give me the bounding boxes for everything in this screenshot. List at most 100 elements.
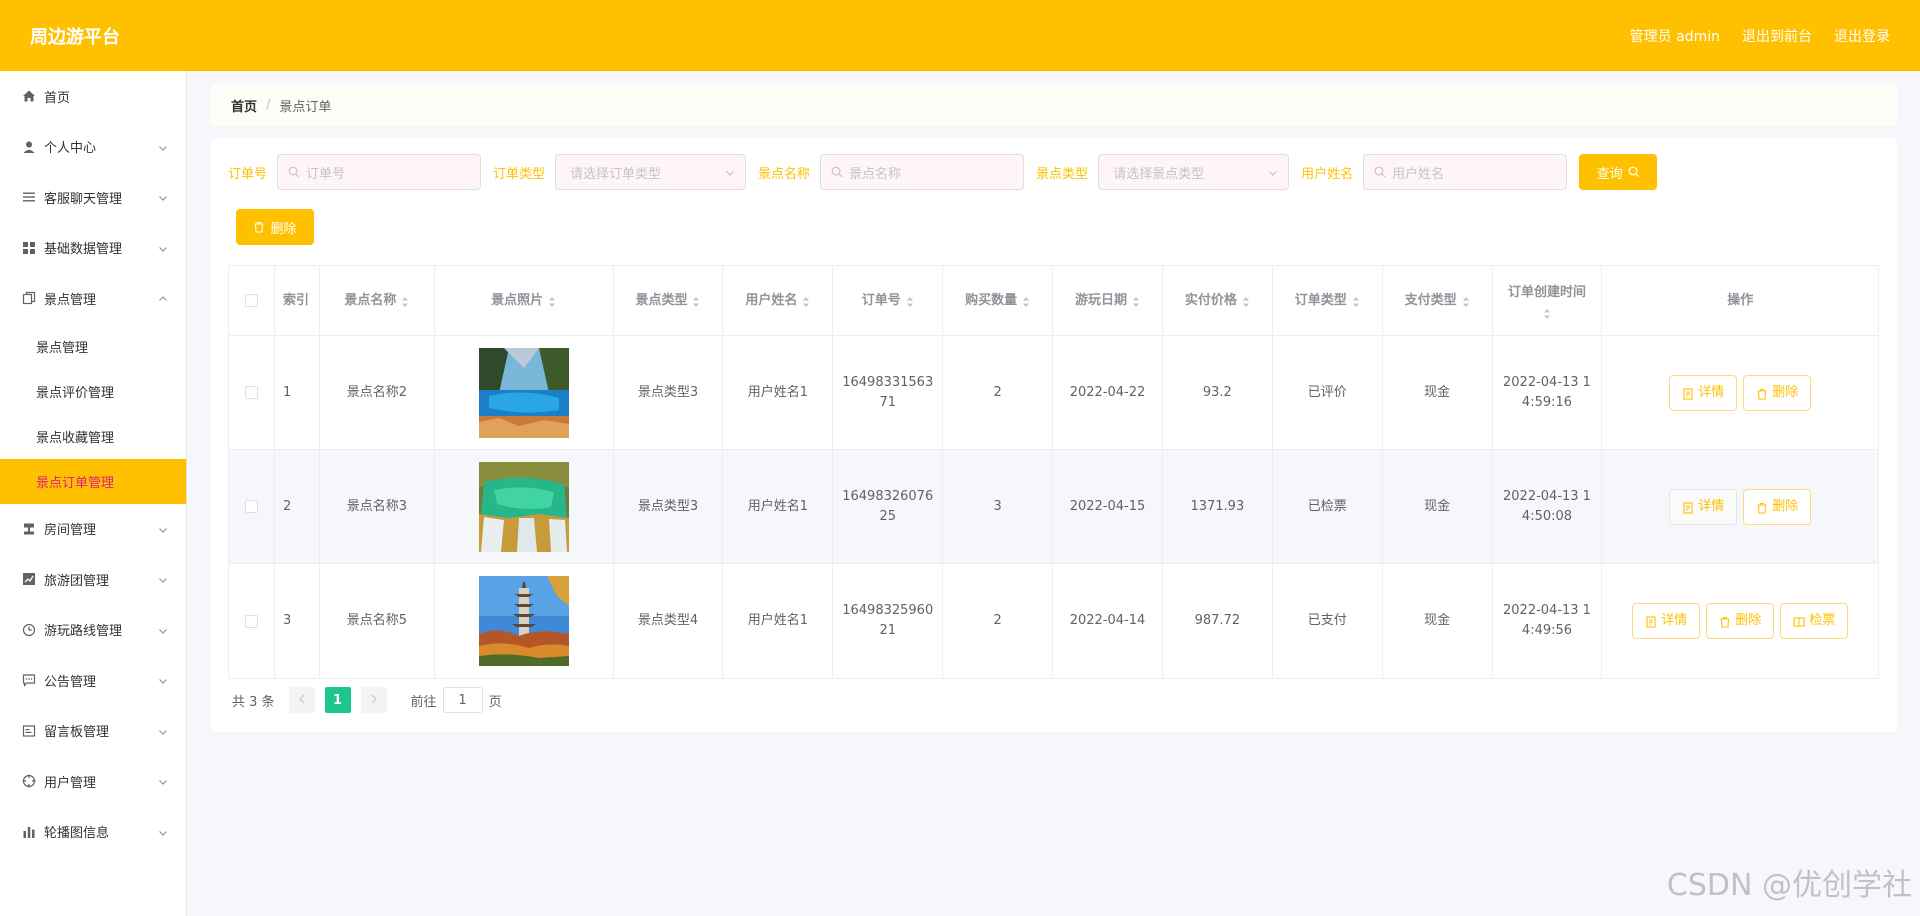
goto-page-input[interactable]: 1 <box>442 687 483 713</box>
delete-button[interactable]: 删除 <box>1743 488 1812 525</box>
sidebar-item-rooms[interactable]: 房间管理 <box>0 504 186 555</box>
home-icon <box>22 89 36 103</box>
spot-name-input[interactable]: 景点名称 <box>820 154 1025 190</box>
brand-title: 周边游平台 <box>30 26 120 48</box>
sidebar-item-users[interactable]: 用户管理 <box>0 756 186 807</box>
sort-icon[interactable] <box>548 295 556 307</box>
header-spot-photo[interactable]: 景点照片 <box>435 266 614 335</box>
header-label: 景点类型 <box>635 292 688 308</box>
header-order-type[interactable]: 订单类型 <box>1273 266 1383 335</box>
query-button[interactable]: 查询 <box>1579 154 1658 190</box>
sidebar-item-chat[interactable]: 客服聊天管理 <box>0 172 186 223</box>
trash-icon <box>1756 387 1768 400</box>
cell-actions: 详情 删除 检票 <box>1602 564 1878 678</box>
sort-icon[interactable] <box>692 295 700 307</box>
sidebar-item-spots[interactable]: 景点管理 <box>0 273 186 324</box>
cell-order-no: 1649832596021 <box>833 564 944 678</box>
cell-spot-type: 景点类型3 <box>614 336 724 449</box>
sort-icon[interactable] <box>1022 295 1030 307</box>
header-spot-name[interactable]: 景点名称 <box>320 266 435 335</box>
cell-quantity: 2 <box>943 336 1054 449</box>
sort-icon[interactable] <box>1462 295 1470 307</box>
user-icon <box>22 140 36 154</box>
cell-spot-photo <box>435 564 614 678</box>
cell-actions: 详情 删除 <box>1602 450 1878 563</box>
chevron-right-icon <box>370 693 378 708</box>
search-icon <box>1374 166 1386 178</box>
row-checkbox[interactable] <box>244 614 258 628</box>
logout-link[interactable]: 退出登录 <box>1834 26 1890 46</box>
sidebar-item-label: 公告管理 <box>44 674 97 690</box>
header-play-date[interactable]: 游玩日期 <box>1053 266 1163 335</box>
sidebar-item-label: 基础数据管理 <box>44 242 123 258</box>
order-no-input[interactable]: 订单号 <box>277 154 482 190</box>
order-type-select[interactable]: 请选择订单类型 <box>555 154 747 190</box>
header-user-name[interactable]: 用户姓名 <box>723 266 834 335</box>
back-to-front-link[interactable]: 退出到前台 <box>1742 26 1812 46</box>
sort-icon[interactable] <box>802 295 810 307</box>
user-name-input[interactable]: 用户姓名 <box>1363 154 1568 190</box>
chevron-down-icon <box>158 776 168 786</box>
sidebar-item-home[interactable]: 首页 <box>0 71 186 122</box>
detail-button[interactable]: 详情 <box>1632 603 1701 639</box>
sort-icon[interactable] <box>1543 307 1551 319</box>
select-all-checkbox[interactable] <box>244 294 258 307</box>
detail-label: 详情 <box>1698 498 1725 514</box>
row-checkbox[interactable] <box>244 500 258 513</box>
sort-icon[interactable] <box>1132 295 1140 307</box>
sort-icon[interactable] <box>1242 295 1250 307</box>
sidebar-item-basic-data[interactable]: 基础数据管理 <box>0 223 186 274</box>
breadcrumb-home[interactable]: 首页 <box>231 96 257 115</box>
watermark: CSDN @优创学社 <box>1666 868 1912 903</box>
cell-actions: 详情 删除 <box>1602 336 1878 449</box>
breadcrumb-separator: / <box>266 97 271 113</box>
header-created-time[interactable]: 订单创建时间 <box>1493 266 1603 335</box>
sidebar-sub-spot-review[interactable]: 景点评价管理 <box>0 369 186 414</box>
spot-type-select[interactable]: 请选择景点类型 <box>1098 154 1290 190</box>
sidebar-item-label: 旅游团管理 <box>44 573 110 589</box>
search-icon <box>831 166 843 178</box>
sort-icon[interactable] <box>906 295 914 307</box>
cell-price: 987.72 <box>1163 564 1273 678</box>
sidebar-item-tour-groups[interactable]: 旅游团管理 <box>0 554 186 605</box>
sidebar-sub-label: 景点管理 <box>36 340 89 356</box>
sort-icon[interactable] <box>401 295 409 307</box>
page-number[interactable]: 1 <box>324 687 351 713</box>
row-checkbox[interactable] <box>244 386 258 399</box>
batch-delete-button[interactable]: 删除 <box>236 209 314 245</box>
header-quantity[interactable]: 购买数量 <box>943 266 1054 335</box>
header-price[interactable]: 实付价格 <box>1163 266 1273 335</box>
detail-label: 详情 <box>1661 613 1688 628</box>
sidebar-item-routes[interactable]: 游玩路线管理 <box>0 605 186 656</box>
search-icon <box>1628 166 1640 178</box>
header-pay-type[interactable]: 支付类型 <box>1383 266 1493 335</box>
next-page-button[interactable] <box>360 687 387 713</box>
sidebar-item-label: 个人中心 <box>44 141 97 157</box>
chevron-down-icon <box>158 726 168 736</box>
orders-table: 索引 景点名称 景点照片 景点类型 用户姓名 订单号 购买数量 游玩日期 实付价… <box>228 265 1879 679</box>
sidebar-item-notices[interactable]: 公告管理 <box>0 655 186 706</box>
delete-button[interactable]: 删除 <box>1706 603 1775 639</box>
check-ticket-button[interactable]: 检票 <box>1780 603 1849 639</box>
search-icon <box>288 166 300 178</box>
sidebar-sub-spot-manage[interactable]: 景点管理 <box>0 324 186 369</box>
detail-button[interactable]: 详情 <box>1669 488 1738 525</box>
sidebar-item-message-board[interactable]: 留言板管理 <box>0 706 186 757</box>
header-order-no[interactable]: 订单号 <box>833 266 944 335</box>
delete-button[interactable]: 删除 <box>1743 374 1812 411</box>
waterfall-photo[interactable] <box>478 461 569 552</box>
lake-photo[interactable] <box>478 347 569 438</box>
sidebar-item-carousel[interactable]: 轮播图信息 <box>0 807 186 858</box>
trash-icon <box>1756 501 1768 514</box>
detail-button[interactable]: 详情 <box>1669 374 1738 411</box>
sidebar-sub-spot-favorite[interactable]: 景点收藏管理 <box>0 414 186 459</box>
header-spot-type[interactable]: 景点类型 <box>614 266 724 335</box>
cell-user-name: 用户姓名1 <box>723 450 834 563</box>
pagoda-photo[interactable] <box>478 576 569 666</box>
sidebar-item-profile[interactable]: 个人中心 <box>0 122 186 173</box>
sidebar-sub-spot-order[interactable]: 景点订单管理 <box>0 458 186 504</box>
sort-icon[interactable] <box>1352 295 1360 307</box>
table-row: 2 景点名称3 景点类型3 用户姓名1 1649832607625 3 2022… <box>229 450 1878 564</box>
list-icon <box>22 190 36 204</box>
prev-page-button[interactable] <box>288 687 315 713</box>
